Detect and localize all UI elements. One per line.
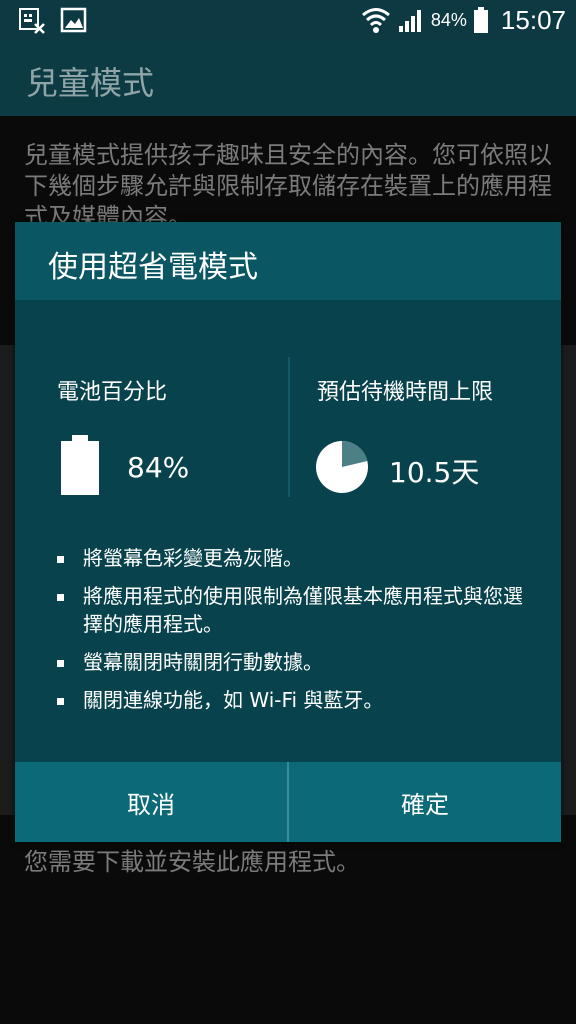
wifi-icon xyxy=(361,8,390,33)
background-description: 兒童模式提供孩子趣味且安全的內容。您可依照以下幾個步驟允許與限制存取儲存在裝置上… xyxy=(24,141,552,224)
status-bar: 84% 15:07 xyxy=(0,0,576,40)
standby-time-value: 10.5天 xyxy=(389,456,480,489)
list-item: 將應用程式的使用限制為僅限基本應用程式與您選擇的應用程式。 xyxy=(55,582,535,638)
dialog-header: 使用超省電模式 xyxy=(15,222,561,300)
app-bar: 兒童模式 xyxy=(0,40,576,116)
feature-list: 將螢幕色彩變更為灰階。 將應用程式的使用限制為僅限基本應用程式與您選擇的應用程式… xyxy=(55,544,535,724)
confirm-button[interactable]: 確定 xyxy=(289,762,561,842)
battery-percent: 84% xyxy=(430,9,467,30)
cancel-button[interactable]: 取消 xyxy=(15,762,287,842)
standby-pie-icon xyxy=(316,440,368,493)
battery-percentage-value: 84% xyxy=(127,451,190,484)
list-item: 將螢幕色彩變更為灰階。 xyxy=(55,544,535,572)
column-divider xyxy=(288,357,290,497)
standby-time-label: 預估待機時間上限 xyxy=(317,380,494,405)
list-item: 關閉連線功能，如 Wi-Fi 與藍牙。 xyxy=(55,686,535,714)
clock: 15:07 xyxy=(500,4,566,35)
keyboard-off-icon xyxy=(19,8,45,34)
signal-icon xyxy=(398,10,421,32)
page-title: 兒童模式 xyxy=(26,64,155,102)
background-footer-text: 您需要下載並安裝此應用程式。 xyxy=(24,848,360,876)
image-icon xyxy=(60,7,87,33)
battery-percentage-label: 電池百分比 xyxy=(57,380,168,405)
list-item: 螢幕關閉時關閉行動數據。 xyxy=(55,648,535,676)
dialog-button-bar: 取消 確定 xyxy=(15,762,561,842)
battery-level-icon xyxy=(61,435,99,495)
ultra-power-saving-dialog: 使用超省電模式 電池百分比 預估待機時間上限 84% 10.5天 將螢幕色彩變更… xyxy=(15,222,561,842)
battery-icon xyxy=(473,7,488,33)
dialog-title: 使用超省電模式 xyxy=(48,250,258,285)
